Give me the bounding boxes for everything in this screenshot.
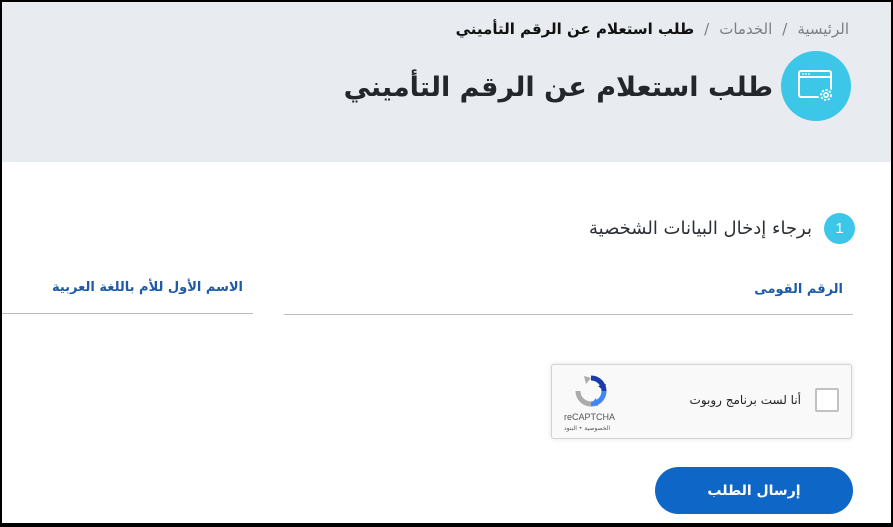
page-header: الرئيسية / الخدمات / طلب استعلام عن الرق… (2, 2, 891, 162)
recaptcha-brand: reCAPTCHA (564, 412, 616, 422)
mother-name-underline (2, 313, 253, 314)
step-number-badge: 1 (824, 213, 855, 244)
page-title: طلب استعلام عن الرقم التأميني (343, 72, 773, 103)
recaptcha-widget: أنا لست برنامج روبوت reCAPTCHA الخصوصية … (551, 364, 852, 439)
mother-name-field: الاسم الأول للأم باللغة العربية (2, 280, 253, 316)
recaptcha-label: أنا لست برنامج روبوت (689, 393, 801, 407)
window-gear-icon (781, 51, 851, 121)
recaptcha-terms-link[interactable]: الخصوصية • البنود (564, 425, 610, 432)
section-header: 1 برجاء إدخال البيانات الشخصية (589, 213, 855, 244)
breadcrumb: الرئيسية / الخدمات / طلب استعلام عن الرق… (456, 20, 849, 38)
recaptcha-logo-icon (574, 374, 608, 408)
national-id-input[interactable] (284, 292, 853, 314)
national-id-underline (284, 314, 853, 315)
breadcrumb-current: طلب استعلام عن الرقم التأميني (455, 20, 695, 38)
page-frame: الرئيسية / الخدمات / طلب استعلام عن الرق… (2, 2, 891, 523)
breadcrumb-separator: / (782, 20, 788, 38)
section-title: برجاء إدخال البيانات الشخصية (588, 218, 812, 239)
breadcrumb-home-link[interactable]: الرئيسية (797, 20, 849, 38)
breadcrumb-separator: / (704, 20, 710, 38)
recaptcha-checkbox[interactable] (815, 388, 839, 412)
submit-request-button[interactable]: إرسال الطلب (655, 467, 853, 514)
breadcrumb-services-link[interactable]: الخدمات (719, 20, 772, 38)
mother-name-input[interactable] (2, 292, 253, 314)
national-id-field: الرقم القومى (284, 280, 853, 316)
